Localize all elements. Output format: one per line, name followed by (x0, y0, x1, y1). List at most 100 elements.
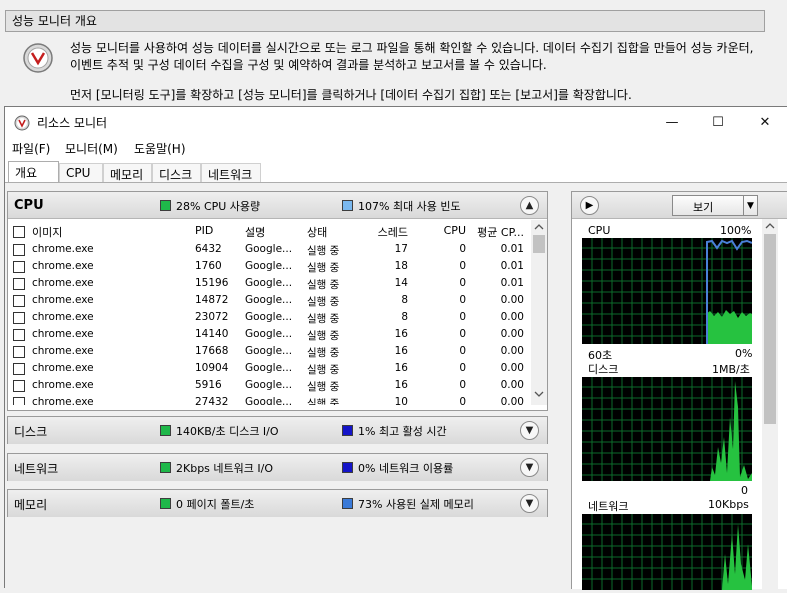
disk-graph-min: 0 (741, 484, 748, 497)
cpu-graph-min: 0% (735, 347, 753, 360)
cell-avg-cpu: 0.00 (500, 396, 524, 405)
row-checkbox[interactable] (13, 329, 25, 341)
cell-pid: 1760 (195, 260, 222, 272)
chevron-down-icon[interactable]: ▼ (520, 421, 539, 440)
cpu-section-header[interactable]: CPU 28% CPU 사용량 107% 최대 사용 빈도 ▲ (8, 192, 547, 219)
cell-image: chrome.exe (32, 294, 94, 306)
maximize-button[interactable]: ☐ (695, 107, 741, 137)
table-scrollbar[interactable] (531, 220, 547, 405)
row-checkbox[interactable] (13, 312, 25, 324)
cell-cpu: 0 (459, 277, 466, 289)
column-header-status[interactable]: 상태 (307, 224, 327, 240)
graph-pane-scrollbar[interactable] (762, 219, 778, 590)
tab-disk[interactable]: 디스크 (152, 163, 201, 182)
graph-pane: ▶ 보기 ▼ CPU 100% 60초 0% 디스크 1MB/초 0 네트워크 … (571, 191, 787, 590)
column-header-pid[interactable]: PID (195, 224, 213, 237)
menu-help[interactable]: 도움말(H) (134, 140, 186, 157)
select-all-checkbox[interactable] (13, 226, 25, 238)
close-button[interactable]: ✕ (742, 107, 787, 137)
disk-section-header[interactable]: 디스크 140KB/초 디스크 I/O 1% 최고 활성 시간 ▼ (8, 417, 547, 444)
chevron-up-icon[interactable]: ▲ (520, 196, 539, 215)
disk-section: 디스크 140KB/초 디스크 I/O 1% 최고 활성 시간 ▼ (7, 416, 548, 444)
chevron-down-icon[interactable]: ▼ (520, 494, 539, 513)
column-header-description[interactable]: 설명 (245, 224, 265, 240)
table-row[interactable]: chrome.exe 17668 Google... 실행 중 16 0 0.00 (8, 344, 534, 361)
view-dropdown[interactable]: 보기 ▼ (672, 195, 758, 216)
menu-monitor[interactable]: 모니터(M) (65, 140, 118, 157)
cell-threads: 16 (394, 345, 408, 357)
disk-io-legend: 140KB/초 디스크 I/O (176, 425, 279, 438)
table-row[interactable]: chrome.exe 14872 Google... 실행 중 8 0 0.00 (8, 293, 534, 310)
cell-status: 실행 중 (307, 245, 340, 257)
tab-memory[interactable]: 메모리 (103, 163, 152, 182)
table-header: 이미지 ^ PID 설명 상태 스레드 CPU 평균 CP... (8, 220, 534, 242)
row-checkbox[interactable] (13, 261, 25, 273)
title-bar[interactable]: 리소스 모니터 — ☐ ✕ (5, 107, 787, 137)
cell-cpu: 0 (459, 379, 466, 391)
cell-cpu: 0 (459, 345, 466, 357)
tab-overview[interactable]: 개요 (8, 161, 59, 182)
cell-status: 실행 중 (307, 330, 340, 342)
cell-avg-cpu: 0.01 (500, 243, 524, 255)
cell-description: Google... (245, 345, 293, 357)
disk-graph (582, 377, 752, 481)
chevron-right-icon[interactable]: ▶ (580, 196, 599, 215)
cell-cpu: 0 (459, 260, 466, 272)
cell-image: chrome.exe (32, 311, 94, 323)
table-row[interactable]: chrome.exe 14140 Google... 실행 중 16 0 0.00 (8, 327, 534, 344)
disk-graph-max: 1MB/초 (712, 363, 750, 376)
tab-network[interactable]: 네트워크 (201, 163, 261, 182)
cell-threads: 16 (394, 379, 408, 391)
table-row[interactable]: chrome.exe 23072 Google... 실행 중 8 0 0.00 (8, 310, 534, 327)
row-checkbox[interactable] (13, 244, 25, 256)
row-checkbox[interactable] (13, 278, 25, 290)
table-row[interactable]: chrome.exe 5916 Google... 실행 중 16 0 0.00 (8, 378, 534, 395)
network-section-title: 네트워크 (14, 462, 59, 476)
chevron-down-icon[interactable]: ▼ (520, 458, 539, 477)
cell-cpu: 0 (459, 328, 466, 340)
row-checkbox[interactable] (13, 380, 25, 392)
table-row[interactable]: chrome.exe 27432 Google... 실행 중 10 0 0.00 (8, 395, 534, 405)
cell-pid: 10904 (195, 362, 229, 374)
column-header-avg-cpu[interactable]: 평균 CP... (472, 224, 524, 240)
menu-file[interactable]: 파일(F) (12, 140, 50, 157)
memory-section-header[interactable]: 메모리 0 페이지 폴트/초 73% 사용된 실제 메모리 ▼ (8, 490, 547, 517)
perfmon-overview-panel: 성능 모니터 개요 성능 모니터를 사용하여 성능 데이터를 실시간으로 또는 … (0, 0, 787, 110)
cell-description: Google... (245, 277, 293, 289)
cell-avg-cpu: 0.00 (500, 311, 524, 323)
table-row[interactable]: chrome.exe 1760 Google... 실행 중 18 0 0.01 (8, 259, 534, 276)
table-row[interactable]: chrome.exe 10904 Google... 실행 중 16 0 0.00 (8, 361, 534, 378)
cpu-graph-title: CPU (588, 224, 611, 237)
row-checkbox[interactable] (13, 295, 25, 307)
tab-cpu[interactable]: CPU (59, 163, 103, 182)
cell-pid: 27432 (195, 396, 229, 405)
column-header-threads[interactable]: 스레드 (363, 224, 408, 240)
memory-section: 메모리 0 페이지 폴트/초 73% 사용된 실제 메모리 ▼ (7, 489, 548, 517)
minimize-button[interactable]: — (649, 107, 695, 137)
cell-status: 실행 중 (307, 398, 340, 405)
column-header-cpu[interactable]: CPU (426, 224, 466, 237)
table-row[interactable]: chrome.exe 6432 Google... 실행 중 17 0 0.01 (8, 242, 534, 259)
row-checkbox[interactable] (13, 363, 25, 375)
cpu-frequency-legend: 107% 최대 사용 빈도 (358, 200, 461, 213)
column-header-image[interactable]: 이미지 (32, 224, 62, 240)
cell-avg-cpu: 0.00 (500, 328, 524, 340)
cpu-graph (582, 238, 752, 344)
table-row[interactable]: chrome.exe 15196 Google... 실행 중 14 0 0.01 (8, 276, 534, 293)
disk-active-time-legend: 1% 최고 활성 시간 (358, 425, 447, 438)
network-section-header[interactable]: 네트워크 2Kbps 네트워크 I/O 0% 네트워크 이용률 ▼ (8, 454, 547, 481)
perfmon-gauge-icon (22, 42, 54, 74)
cpu-section: CPU 28% CPU 사용량 107% 최대 사용 빈도 ▲ 이미지 ^ PI… (7, 191, 548, 411)
row-checkbox[interactable] (13, 346, 25, 358)
row-checkbox[interactable] (13, 397, 25, 405)
physical-memory-legend: 73% 사용된 실제 메모리 (358, 498, 474, 511)
cell-description: Google... (245, 396, 293, 405)
cell-cpu: 0 (459, 243, 466, 255)
overview-header: 성능 모니터 개요 (5, 10, 765, 32)
cell-pid: 6432 (195, 243, 222, 255)
network-graph (582, 514, 752, 590)
network-utilization-legend: 0% 네트워크 이용률 (358, 462, 454, 475)
cell-description: Google... (245, 328, 293, 340)
memory-section-title: 메모리 (14, 498, 48, 512)
cell-status: 실행 중 (307, 279, 340, 291)
